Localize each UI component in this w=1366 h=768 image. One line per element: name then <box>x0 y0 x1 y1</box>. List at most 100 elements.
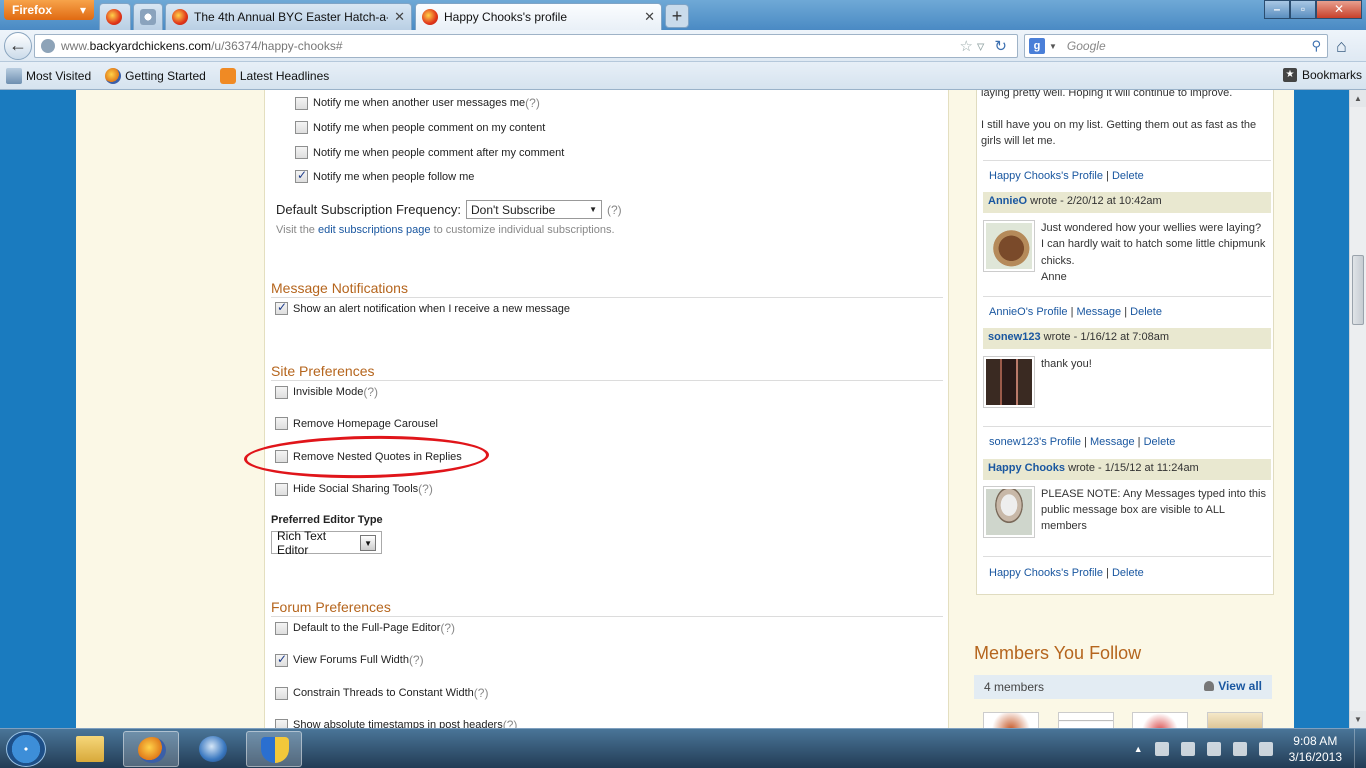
new-tab-button[interactable]: + <box>665 4 689 28</box>
absolute-timestamps-row[interactable]: Show absolute timestamps in post headers… <box>275 718 517 728</box>
followed-member-thumbnail[interactable] <box>1058 712 1114 728</box>
message-alert-checkbox[interactable] <box>275 300 288 315</box>
home-icon[interactable]: ⌂ <box>1336 36 1347 57</box>
tab-title: The 4th Annual BYC Easter Hatch-a-l... <box>194 10 389 24</box>
page-scrollbar[interactable]: ▲ ▼ <box>1349 90 1366 728</box>
notify-user-messages-row[interactable]: Notify me when another user messages me … <box>295 96 540 110</box>
followed-member-thumbnail[interactable] <box>1132 712 1188 728</box>
editor-type-select[interactable]: Rich Text Editor ▼ <box>271 529 382 557</box>
scroll-down-icon[interactable]: ▼ <box>1350 711 1366 728</box>
network-signal-icon[interactable] <box>1206 742 1221 756</box>
forums-full-width-row[interactable]: View Forums Full Width (?) <box>275 652 424 667</box>
close-icon[interactable]: ✕ <box>394 9 405 25</box>
scrollbar-thumb[interactable] <box>1352 255 1364 325</box>
volume-icon[interactable] <box>1232 742 1247 756</box>
message-link[interactable]: Message <box>1077 306 1122 318</box>
author-link[interactable]: sonew123 <box>988 331 1041 343</box>
message-alert-row[interactable]: Show an alert notification when I receiv… <box>275 300 570 315</box>
followed-member-thumbnail[interactable] <box>983 712 1039 728</box>
message-link[interactable]: Message <box>1090 436 1135 448</box>
forums-full-width-checkbox[interactable] <box>275 652 288 667</box>
firefox-menu-button[interactable]: Firefox ▾ <box>4 0 94 20</box>
bookmark-most-visited[interactable]: Most Visited <box>6 67 91 84</box>
tab-pinned-1[interactable] <box>99 3 131 30</box>
taskbar-security[interactable] <box>246 731 302 767</box>
back-button[interactable]: ← <box>4 32 32 60</box>
notify-comment-after-checkbox[interactable] <box>295 146 308 159</box>
minimize-icon[interactable]: – <box>1264 0 1290 19</box>
start-button[interactable] <box>6 731 46 767</box>
notify-follow-checkbox[interactable] <box>295 168 308 183</box>
author-link[interactable]: AnnieO <box>988 195 1027 207</box>
full-page-editor-row[interactable]: Default to the Full-Page Editor (?) <box>275 621 455 635</box>
avatar[interactable] <box>983 220 1035 272</box>
maximize-icon[interactable]: ▫ <box>1290 0 1316 19</box>
google-engine-icon[interactable]: g <box>1029 38 1045 54</box>
search-icon[interactable]: ⚲ <box>1311 38 1321 54</box>
tab-easter-hatch[interactable]: The 4th Annual BYC Easter Hatch-a-l... ✕ <box>165 3 412 30</box>
hide-social-row[interactable]: Hide Social Sharing Tools (?) <box>275 482 433 496</box>
remove-carousel-checkbox[interactable] <box>275 417 288 430</box>
absolute-timestamps-checkbox[interactable] <box>275 718 288 728</box>
chevron-down-icon[interactable]: ▼ <box>1049 42 1057 51</box>
constrain-threads-row[interactable]: Constrain Threads to Constant Width (?) <box>275 686 488 700</box>
help-icon[interactable]: (?) <box>525 96 540 110</box>
device-tray-icon[interactable] <box>1180 742 1195 756</box>
bookmark-getting-started[interactable]: Getting Started <box>105 67 206 84</box>
help-icon[interactable]: (?) <box>503 718 518 728</box>
taskbar-clock[interactable]: 9:08 AM 3/16/2013 <box>1289 733 1342 765</box>
show-desktop-button[interactable] <box>1354 729 1366 768</box>
help-icon[interactable]: (?) <box>474 686 489 700</box>
bookmark-star-icon[interactable]: ☆▿ <box>959 37 988 55</box>
remove-carousel-row[interactable]: Remove Homepage Carousel <box>275 417 438 430</box>
invisible-mode-checkbox[interactable] <box>275 385 288 399</box>
author-link[interactable]: Happy Chooks <box>988 462 1065 474</box>
search-input[interactable]: Google <box>1067 39 1312 53</box>
notify-user-messages-checkbox[interactable] <box>295 96 308 110</box>
tab-pinned-2[interactable] <box>133 3 163 30</box>
scroll-up-icon[interactable]: ▲ <box>1350 90 1366 107</box>
constrain-threads-checkbox[interactable] <box>275 686 288 700</box>
profile-link[interactable]: sonew123's Profile <box>989 436 1081 448</box>
profile-link[interactable]: Happy Chooks's Profile <box>989 567 1103 579</box>
delete-link[interactable]: Delete <box>1130 306 1162 318</box>
avatar[interactable] <box>983 356 1035 408</box>
delete-link[interactable]: Delete <box>1112 567 1144 579</box>
close-window-icon[interactable]: ✕ <box>1316 0 1362 19</box>
edit-subscriptions-link[interactable]: edit subscriptions page <box>318 224 431 236</box>
profile-link[interactable]: Happy Chooks's Profile <box>989 170 1103 182</box>
help-icon[interactable]: (?) <box>363 385 378 399</box>
view-all-link[interactable]: View all <box>1204 679 1262 693</box>
taskbar-firefox[interactable] <box>123 731 179 767</box>
google-drive-icon[interactable] <box>1258 742 1273 756</box>
bookmarks-menu-button[interactable]: ★ Bookmarks <box>1282 68 1362 82</box>
help-icon[interactable]: (?) <box>418 482 433 496</box>
followed-member-thumbnail[interactable] <box>1207 712 1263 728</box>
close-icon[interactable]: ✕ <box>644 9 655 25</box>
taskbar-thunderbird[interactable] <box>185 731 241 767</box>
notify-follow-row[interactable]: Notify me when people follow me <box>295 168 474 183</box>
invisible-mode-row[interactable]: Invisible Mode (?) <box>275 385 378 399</box>
url-bar[interactable]: www.backyardchickens.com/u/36374/happy-c… <box>34 34 1018 58</box>
help-icon[interactable]: (?) <box>607 203 622 217</box>
reload-icon[interactable]: ↻ <box>994 37 1011 55</box>
help-icon[interactable]: (?) <box>409 653 424 667</box>
show-hidden-icons-icon[interactable]: ▲ <box>1134 744 1143 754</box>
tab-happy-chooks-profile[interactable]: Happy Chooks's profile ✕ <box>415 3 662 30</box>
delete-link[interactable]: Delete <box>1112 170 1144 182</box>
notify-comment-content-checkbox[interactable] <box>295 121 308 134</box>
notify-comment-content-row[interactable]: Notify me when people comment on my cont… <box>295 121 545 134</box>
hide-social-checkbox[interactable] <box>275 482 288 496</box>
delete-link[interactable]: Delete <box>1144 436 1176 448</box>
help-icon[interactable]: (?) <box>440 621 455 635</box>
full-page-editor-checkbox[interactable] <box>275 621 288 635</box>
notify-comment-after-row[interactable]: Notify me when people comment after my c… <box>295 146 564 159</box>
site-identity-icon[interactable] <box>41 39 55 53</box>
bookmark-latest-headlines[interactable]: Latest Headlines <box>219 67 329 84</box>
search-bar[interactable]: g ▼ Google ⚲ <box>1024 34 1328 58</box>
avatar[interactable] <box>983 486 1035 538</box>
cb-tray-icon[interactable] <box>1154 742 1169 756</box>
subscription-frequency-select[interactable]: Don't Subscribe ▼ <box>465 200 602 219</box>
profile-link[interactable]: AnnieO's Profile <box>989 306 1068 318</box>
taskbar-explorer[interactable] <box>62 731 118 767</box>
